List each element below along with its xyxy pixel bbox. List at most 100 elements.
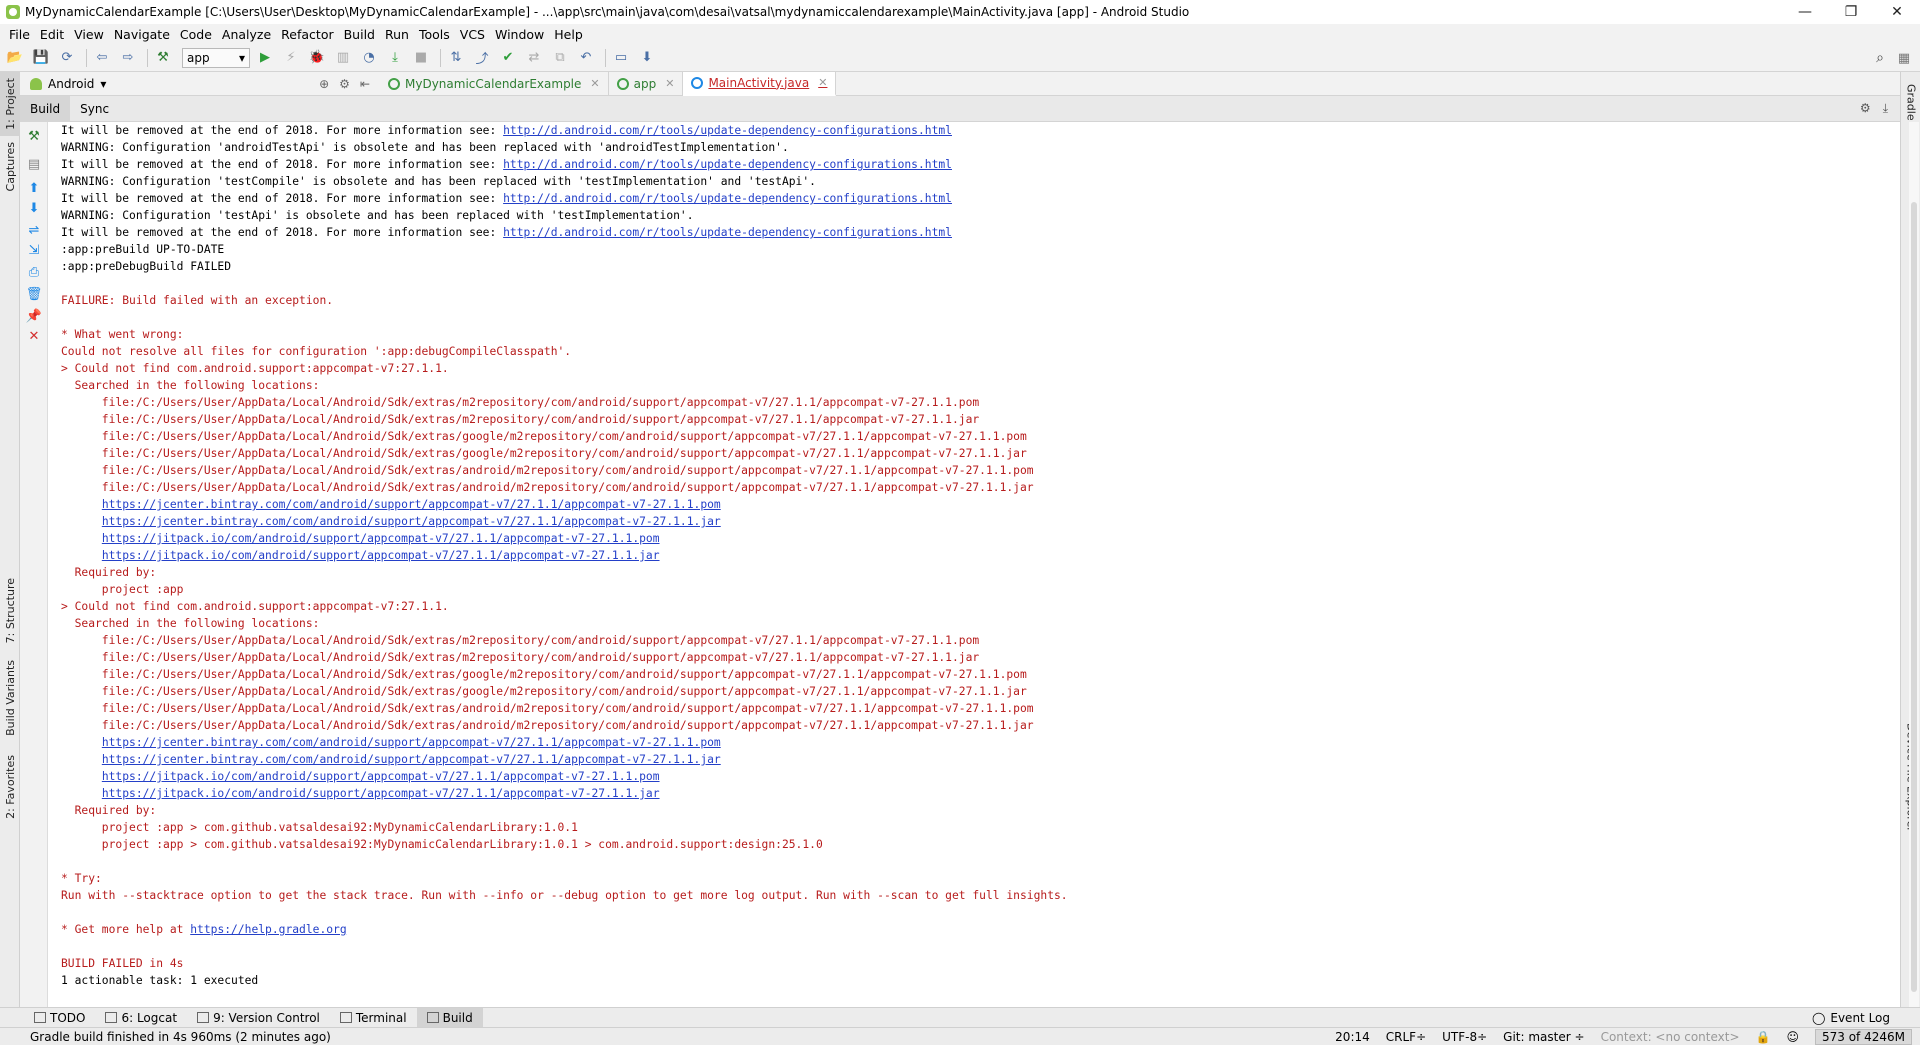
vcs-update-icon[interactable]: ⤴ [471, 47, 493, 69]
maximize-button[interactable]: ❐ [1828, 0, 1874, 24]
console-link[interactable]: https://jitpack.io/com/android/support/a… [102, 532, 660, 545]
coverage-icon[interactable]: ▥ [332, 47, 354, 69]
stop-icon[interactable]: ■ [410, 47, 432, 69]
menu-run[interactable]: Run [380, 27, 414, 42]
console-scrollbar[interactable] [1909, 122, 1919, 1007]
bottom-tab[interactable]: Terminal [330, 1008, 417, 1028]
memory-indicator[interactable]: 573 of 4246M [1815, 1028, 1912, 1045]
menu-vcs[interactable]: VCS [455, 27, 490, 42]
menu-edit[interactable]: Edit [35, 27, 69, 42]
pin-icon[interactable]: 📌 [26, 308, 42, 324]
vcs-history-icon[interactable]: ⧉ [549, 47, 571, 69]
soft-wrap-icon[interactable]: ⇌ [26, 222, 42, 238]
console-link[interactable]: http://d.android.com/r/tools/update-depe… [503, 124, 952, 137]
lock-icon[interactable]: 🔒 [1756, 1030, 1771, 1044]
forward-icon[interactable]: ⇨ [117, 47, 139, 69]
inspector-icon[interactable]: ☺ [1786, 1030, 1799, 1044]
editor-tab[interactable]: app ✕ [609, 71, 684, 96]
attach-debugger-icon[interactable]: ⤓ [384, 47, 406, 69]
console-link[interactable]: https://jcenter.bintray.com/com/android/… [102, 498, 721, 511]
project-structure-icon[interactable]: ▦ [1894, 48, 1914, 68]
git-branch[interactable]: Git: master ÷ [1503, 1030, 1584, 1044]
run-config-select[interactable]: app ▾ [182, 47, 250, 68]
apply-changes-icon[interactable]: ⚡ [280, 47, 302, 69]
vcs-compare-icon[interactable]: ⇄ [523, 47, 545, 69]
search-icon[interactable]: ⌕ [1870, 48, 1890, 68]
tab-favorites[interactable]: 2: Favorites [0, 752, 20, 822]
console-link[interactable]: https://jcenter.bintray.com/com/android/… [102, 736, 721, 749]
close-icon[interactable]: ✕ [26, 328, 42, 344]
make-project-icon[interactable]: ⚒ [152, 47, 174, 69]
console-link[interactable]: https://jitpack.io/com/android/support/a… [102, 549, 660, 562]
scroll-to-end-icon[interactable]: ⇲ [26, 242, 42, 258]
scroll-from-source-icon[interactable]: ⊕ [319, 77, 329, 91]
run-icon[interactable]: ▶ [254, 47, 276, 69]
menu-view[interactable]: View [69, 27, 109, 42]
collapse-icon[interactable]: ⇤ [360, 77, 370, 91]
console-line: Required by: [61, 802, 1891, 819]
tab-build[interactable]: Build [20, 95, 71, 122]
gradle-sync-icon[interactable]: ⇅ [445, 47, 467, 69]
console-link[interactable]: https://jitpack.io/com/android/support/a… [102, 787, 660, 800]
sdk-manager-icon[interactable]: ⬇ [636, 47, 658, 69]
menu-file[interactable]: File [4, 27, 35, 42]
bottom-tab[interactable]: 9: Version Control [187, 1008, 330, 1028]
sync-icon[interactable]: ⟳ [56, 47, 78, 69]
tab-build-variants[interactable]: Build Variants [0, 660, 20, 736]
save-all-icon[interactable]: 💾 [30, 47, 52, 69]
build-output-console[interactable]: It will be removed at the end of 2018. F… [49, 122, 1891, 1007]
caret-position[interactable]: 20:14 [1335, 1030, 1370, 1044]
up-arrow-icon[interactable]: ⬆ [26, 180, 42, 196]
bottom-tab[interactable]: 6: Logcat [95, 1008, 187, 1028]
console-link[interactable]: https://jcenter.bintray.com/com/android/… [102, 753, 721, 766]
close-tab-icon[interactable]: ✕ [818, 76, 827, 89]
bottom-tab[interactable]: TODO [24, 1008, 95, 1028]
tab-sync[interactable]: Sync [70, 96, 119, 122]
hammer-icon[interactable]: ⚒ [26, 128, 42, 144]
console-link[interactable]: http://d.android.com/r/tools/update-depe… [503, 192, 952, 205]
menu-help[interactable]: Help [549, 27, 588, 42]
console-link[interactable]: http://d.android.com/r/tools/update-depe… [503, 158, 952, 171]
tab-structure[interactable]: 7: Structure [0, 577, 20, 645]
menu-tools[interactable]: Tools [414, 27, 455, 42]
avd-manager-icon[interactable]: ▭ [610, 47, 632, 69]
print-icon[interactable]: ⎙ [26, 264, 42, 280]
console-link[interactable]: http://d.android.com/r/tools/update-depe… [503, 226, 952, 239]
close-button[interactable]: ✕ [1874, 0, 1920, 24]
console-link[interactable]: https://jcenter.bintray.com/com/android/… [102, 515, 721, 528]
line-separator[interactable]: CRLF÷ [1386, 1030, 1426, 1044]
hide-panel-icon[interactable]: ⤓ [1883, 101, 1888, 116]
settings-gear-icon[interactable]: ⚙ [1860, 101, 1871, 116]
tab-captures[interactable]: Captures [0, 140, 20, 194]
tab-project[interactable]: 1: Project [0, 72, 20, 136]
menu-refactor[interactable]: Refactor [276, 27, 338, 42]
editor-tab[interactable]: MainActivity.java ✕ [683, 71, 837, 96]
revert-icon[interactable]: ↶ [575, 47, 597, 69]
menu-code[interactable]: Code [175, 27, 217, 42]
menu-window[interactable]: Window [490, 27, 549, 42]
toggle-view-icon[interactable]: ▤ [26, 156, 42, 172]
down-arrow-icon[interactable]: ⬇ [26, 200, 42, 216]
debug-icon[interactable]: 🐞 [306, 47, 328, 69]
back-icon[interactable]: ⇦ [91, 47, 113, 69]
console-link[interactable]: https://help.gradle.org [190, 923, 346, 936]
bottom-tab[interactable]: Build [416, 1007, 483, 1028]
menu-analyze[interactable]: Analyze [217, 27, 276, 42]
console-link[interactable]: https://jitpack.io/com/android/support/a… [102, 770, 660, 783]
event-log-button[interactable]: ◯ Event Log [1812, 1008, 1890, 1028]
project-view-select[interactable]: Android ▾ ⊕ ⚙ ⇤ [20, 77, 380, 91]
menu-navigate[interactable]: Navigate [109, 27, 175, 42]
open-folder-icon[interactable]: 📂 [4, 47, 26, 69]
file-encoding[interactable]: UTF-8÷ [1442, 1030, 1487, 1044]
menu-build[interactable]: Build [339, 27, 380, 42]
vcs-commit-icon[interactable]: ✔ [497, 47, 519, 69]
profile-icon[interactable]: ◔ [358, 47, 380, 69]
close-tab-icon[interactable]: ✕ [590, 77, 599, 90]
settings-gear-icon[interactable]: ⚙ [339, 77, 350, 91]
editor-tab[interactable]: MyDynamicCalendarExample ✕ [380, 71, 609, 96]
close-tab-icon[interactable]: ✕ [665, 77, 674, 90]
minimize-button[interactable]: — [1782, 0, 1828, 24]
clear-all-icon[interactable]: 🗑 [26, 286, 43, 302]
scrollbar-thumb[interactable] [1911, 202, 1917, 992]
console-line-text: project :app > com.github.vatsaldesai92:… [61, 838, 823, 851]
